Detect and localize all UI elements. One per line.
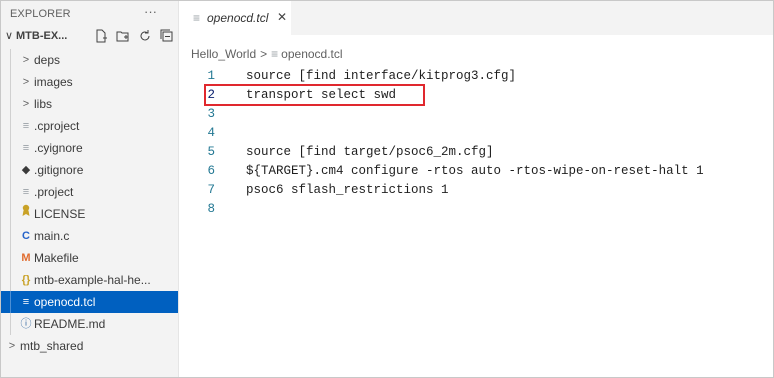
editor-area: ≡ openocd.tcl ✕ Hello_World > ≡ openocd.tcl… <box>179 1 773 377</box>
workspace-folder-header[interactable]: ∨ MTB-EX... <box>1 27 178 49</box>
new-file-icon[interactable] <box>93 29 108 46</box>
vscode-window: EXPLORER ··· ∨ MTB-EX... > deps > images… <box>0 0 774 378</box>
info-icon: ⓘ <box>20 318 32 330</box>
lines-file-icon: ≡ <box>22 296 30 308</box>
close-icon[interactable]: ✕ <box>277 10 287 24</box>
lines-file-icon: ≡ <box>22 142 30 154</box>
line-number: 4 <box>207 126 215 140</box>
tab-bar: ≡ openocd.tcl ✕ <box>179 1 773 35</box>
tree-item-label: .cyignore <box>34 141 83 155</box>
tree-item-label: .project <box>34 185 74 199</box>
line-number: 7 <box>207 183 215 197</box>
code-text: source [find target/psoc6_2m.cfg] <box>246 145 494 159</box>
collapse-all-icon[interactable] <box>159 29 174 46</box>
chevron-right-icon: > <box>8 340 16 352</box>
breadcrumb: Hello_World > ≡ openocd.tcl <box>191 47 343 61</box>
tree-item-readme[interactable]: ⓘ README.md <box>1 313 178 335</box>
tree-item-cyignore[interactable]: ≡ .cyignore <box>1 137 178 159</box>
explorer-sidebar: EXPLORER ··· ∨ MTB-EX... > deps > images… <box>1 1 179 377</box>
line-number: 6 <box>207 164 215 178</box>
license-icon <box>20 203 32 225</box>
tree-item-label: .gitignore <box>34 163 84 177</box>
chevron-right-icon: > <box>260 47 268 61</box>
tree-item-gitignore[interactable]: ◆ .gitignore <box>1 159 178 181</box>
tree-item-project[interactable]: ≡ .project <box>1 181 178 203</box>
tree-item-label: deps <box>34 53 61 67</box>
tree-item-label: .cproject <box>34 119 80 133</box>
tree-item-deps[interactable]: > deps <box>1 49 178 71</box>
line-number: 5 <box>207 145 215 159</box>
tab-label: openocd.tcl <box>207 11 269 25</box>
explorer-title: EXPLORER <box>10 8 71 20</box>
c-file-icon: C <box>22 230 30 242</box>
git-icon: ◆ <box>21 164 31 176</box>
lines-file-icon: ≡ <box>22 120 30 132</box>
tree-item-libs[interactable]: > libs <box>1 93 178 115</box>
lines-file-icon: ≡ <box>22 186 30 198</box>
chevron-right-icon: > <box>22 76 30 88</box>
tree-item-label: LICENSE <box>34 207 86 221</box>
tree-item-mtb-shared[interactable]: > mtb_shared <box>1 335 178 357</box>
tree-item-label: images <box>34 75 73 89</box>
tree-item-label: Makefile <box>34 251 79 265</box>
code-text: psoc6 sflash_restrictions 1 <box>246 183 449 197</box>
tree-item-cproject[interactable]: ≡ .cproject <box>1 115 178 137</box>
tab-openocd-tcl[interactable]: ≡ openocd.tcl ✕ <box>179 1 291 35</box>
annotation-highlight-box <box>204 84 425 106</box>
tree-item-makefile[interactable]: M Makefile <box>1 247 178 269</box>
json-icon: {} <box>21 274 31 286</box>
breadcrumb-file[interactable]: openocd.tcl <box>281 47 342 61</box>
line-number: 8 <box>207 202 215 216</box>
tree-item-label: mtb_shared <box>20 339 84 353</box>
tree-item-label: main.c <box>34 229 70 243</box>
refresh-icon[interactable] <box>137 29 152 46</box>
tree-item-images[interactable]: > images <box>1 71 178 93</box>
makefile-icon: M <box>21 252 31 264</box>
line-number: 3 <box>207 107 215 121</box>
tree-item-label: mtb-example-hal-he... <box>34 273 151 287</box>
chevron-right-icon: > <box>22 98 30 110</box>
code-text: ${TARGET}.cm4 configure -rtos auto -rtos… <box>246 164 704 178</box>
tree-item-main-c[interactable]: Cmain.c <box>1 225 178 247</box>
workspace-folder-label: MTB-EX... <box>16 30 68 42</box>
tree-item-label: openocd.tcl <box>34 295 96 309</box>
tree-item-mtb-example[interactable]: {} mtb-example-hal-he... <box>1 269 178 291</box>
lines-file-icon: ≡ <box>271 47 279 61</box>
chevron-right-icon: > <box>22 54 30 66</box>
breadcrumb-folder[interactable]: Hello_World <box>191 47 256 61</box>
tree-item-license[interactable]: LICENSE <box>1 203 178 225</box>
tree-item-label: libs <box>34 97 53 111</box>
file-tree: > deps > images > libs ≡ .cproject ≡ .cyignor… <box>1 49 178 357</box>
tree-item-label: README.md <box>34 317 106 331</box>
tree-item-openocd-tcl[interactable]: ≡ openocd.tcl <box>1 291 178 313</box>
more-actions-icon[interactable]: ··· <box>144 4 157 19</box>
explorer-actions <box>93 29 174 46</box>
lines-file-icon: ≡ <box>193 11 201 25</box>
new-folder-icon[interactable] <box>115 29 130 46</box>
chevron-down-icon: ∨ <box>5 30 14 42</box>
